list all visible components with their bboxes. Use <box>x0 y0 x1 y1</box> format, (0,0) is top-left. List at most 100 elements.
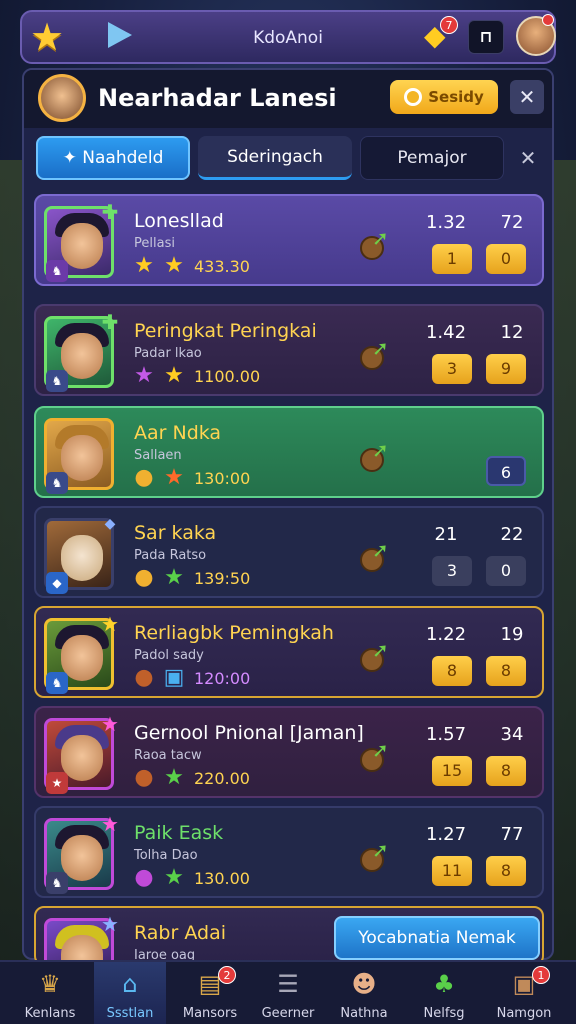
tab-pemajor[interactable]: Pemajor <box>360 136 504 180</box>
stat-ratio: 1.57 <box>425 724 467 745</box>
list-item[interactable]: ◆ ◆ Sar kaka Pada Ratso ● ★ 139:50 ➚ 21 … <box>34 506 544 598</box>
stat-ratio: 1.27 <box>425 824 467 845</box>
gem-badge-icon: ◆ <box>46 572 68 594</box>
stat-count: 77 <box>500 824 524 845</box>
nav-item-mansors[interactable]: ▤ 2 Mansors <box>174 962 246 1024</box>
player-name: Paik Eask <box>134 822 224 844</box>
list-item[interactable]: ♞ ✚ Peringkat Peringkai Padar lkao ★ ★ 1… <box>34 304 544 396</box>
score-value: 139:50 <box>194 568 251 588</box>
player-stats: ● ★ 220.00 <box>132 766 250 790</box>
list-item[interactable]: ♞ ★ Rerliagbk Pemingkah Padol sady ● ▣ 1… <box>34 606 544 698</box>
gem-icon: ● <box>134 865 154 890</box>
tab-naahdeld[interactable]: ✦ Naahdeld <box>36 136 190 180</box>
player-subtitle: Padol sady <box>134 648 204 663</box>
player-stats: ★ ★ 433.30 <box>132 254 250 278</box>
rank-badge-icon: ♞ <box>46 260 68 282</box>
nav-label: Kenlans <box>24 1006 76 1021</box>
nav-item-kenlans[interactable]: ♛ Kenlans <box>14 962 86 1024</box>
notification-badge: 2 <box>218 966 236 984</box>
value-cell[interactable]: 1 <box>432 244 472 274</box>
trend-up-icon: ➚ <box>358 336 394 372</box>
home-icon: ⌂ <box>122 970 138 998</box>
cta-button[interactable]: Yocabnatia Nemak <box>334 916 540 960</box>
value-cell[interactable]: 8 <box>486 656 526 686</box>
star-icon: ★ <box>134 253 154 278</box>
score-value: 220.00 <box>194 768 250 788</box>
star-icon: ★ <box>164 565 184 590</box>
tab-bar: ✦ Naahdeld Sderingach Pemajor ✕ <box>34 134 544 182</box>
nav-item-ssstlan[interactable]: ⌂ Ssstlan <box>94 962 166 1024</box>
list-item[interactable]: ♞ ✚ Lonesllad Pellasi ★ ★ 433.30 ➚ 1.32 … <box>34 194 544 286</box>
value-cell[interactable]: 15 <box>432 756 472 786</box>
score-value: 120:00 <box>194 668 251 688</box>
tab-label: Naahdeld <box>82 148 164 168</box>
list-item[interactable]: ♞ ★ Paik Eask Tolha Dao ● ★ 130.00 ➚ 1.2… <box>34 806 544 898</box>
character-icon: ☻ <box>351 970 377 998</box>
panel-title: Nearhadar Lanesi <box>98 84 337 112</box>
nav-label: Mansors <box>182 1006 238 1021</box>
trend-up-icon: ➚ <box>358 738 394 774</box>
panel-header: Nearhadar Lanesi Sesidy ✕ <box>24 70 552 128</box>
header-action-button[interactable]: Sesidy <box>390 80 498 114</box>
nav-item-geerner[interactable]: ☰ Geerner <box>252 962 324 1024</box>
close-icon[interactable]: ✕ <box>510 80 544 114</box>
chest-icon: ▣ <box>163 665 185 690</box>
score-value: 433.30 <box>194 256 250 276</box>
nav-label: Ssstlan <box>106 1006 154 1021</box>
notification-badge: 1 <box>532 966 550 984</box>
list-item[interactable]: ★ ★ Gernool Pnional [Jaman] Raoa tacw ● … <box>34 706 544 798</box>
rank-badge-icon: ♞ <box>46 872 68 894</box>
player-subtitle: Raoa tacw <box>134 748 202 763</box>
list-item[interactable]: ★ Rabr Adai Iaroe oag Yocabnatia Nemak <box>34 906 544 966</box>
player-name: Aar Ndka <box>134 422 222 444</box>
star-icon: ★ <box>164 765 184 790</box>
coin-icon: ● <box>134 665 154 690</box>
value-cell[interactable]: 8 <box>486 856 526 886</box>
nav-item-nathna[interactable]: ☻ Nathna <box>328 962 400 1024</box>
nav-item-nelfsg[interactable]: ♣ Nelfsg <box>408 962 480 1024</box>
stat-count: 72 <box>500 212 524 233</box>
value-cell[interactable]: 3 <box>432 556 472 586</box>
value-cell[interactable]: 11 <box>432 856 472 886</box>
player-subtitle: Tolha Dao <box>134 848 198 863</box>
value-cell[interactable]: 8 <box>486 756 526 786</box>
list-item[interactable]: ♞ Aar Ndka Sallaen ● ★ 130:00 ➚ 6 <box>34 406 544 498</box>
player-name: Sar kaka <box>134 522 217 544</box>
gem-icon: ◆ <box>104 516 116 532</box>
value-cell[interactable]: 0 <box>486 556 526 586</box>
value-cell[interactable]: 6 <box>486 456 526 486</box>
value-cell[interactable]: 8 <box>432 656 472 686</box>
nav-item-namgon[interactable]: ▣ 1 Namgon <box>488 962 560 1024</box>
value-cell[interactable]: 0 <box>486 244 526 274</box>
rank-badge-icon: ♞ <box>46 370 68 392</box>
stat-ratio: 1.32 <box>425 212 467 233</box>
rank-badge-icon: ★ <box>46 772 68 794</box>
nav-label: Nelfsg <box>423 1006 465 1021</box>
star-icon: ★ <box>134 363 154 388</box>
tabs-close-icon[interactable]: ✕ <box>512 136 544 180</box>
trend-up-icon: ➚ <box>358 438 394 474</box>
player-subtitle: Pada Ratso <box>134 548 207 563</box>
player-name: Rerliagbk Pemingkah <box>134 622 334 644</box>
gem-badge: 7 <box>440 16 458 34</box>
player-name: Peringkat Peringkai <box>134 320 317 342</box>
value-cell[interactable]: 9 <box>486 354 526 384</box>
stat-ratio: 21 <box>434 524 458 545</box>
score-value: 1100.00 <box>194 366 261 386</box>
header-avatar <box>38 74 86 122</box>
star-icon: ★ <box>164 865 184 890</box>
stat-ratio: 1.22 <box>425 624 467 645</box>
trophy-icon: ♛ <box>39 970 61 998</box>
stat-count: 22 <box>500 524 524 545</box>
player-stats: ● ★ 139:50 <box>132 566 250 590</box>
header-action-label: Sesidy <box>428 88 484 106</box>
tab-sderingach[interactable]: Sderingach <box>198 136 352 180</box>
value-cell[interactable]: 3 <box>432 354 472 384</box>
stat-ratio: 1.42 <box>425 322 467 343</box>
tab-label: Pemajor <box>397 148 467 168</box>
leaderboard-panel: Nearhadar Lanesi Sesidy ✕ ✦ Naahdeld Sde… <box>22 68 554 966</box>
coin-icon: ● <box>134 465 154 490</box>
player-stats: ● ▣ 120:00 <box>132 666 250 690</box>
menu-box-button[interactable]: ⊓ <box>468 20 504 54</box>
player-subtitle: Sallaen <box>134 448 182 463</box>
